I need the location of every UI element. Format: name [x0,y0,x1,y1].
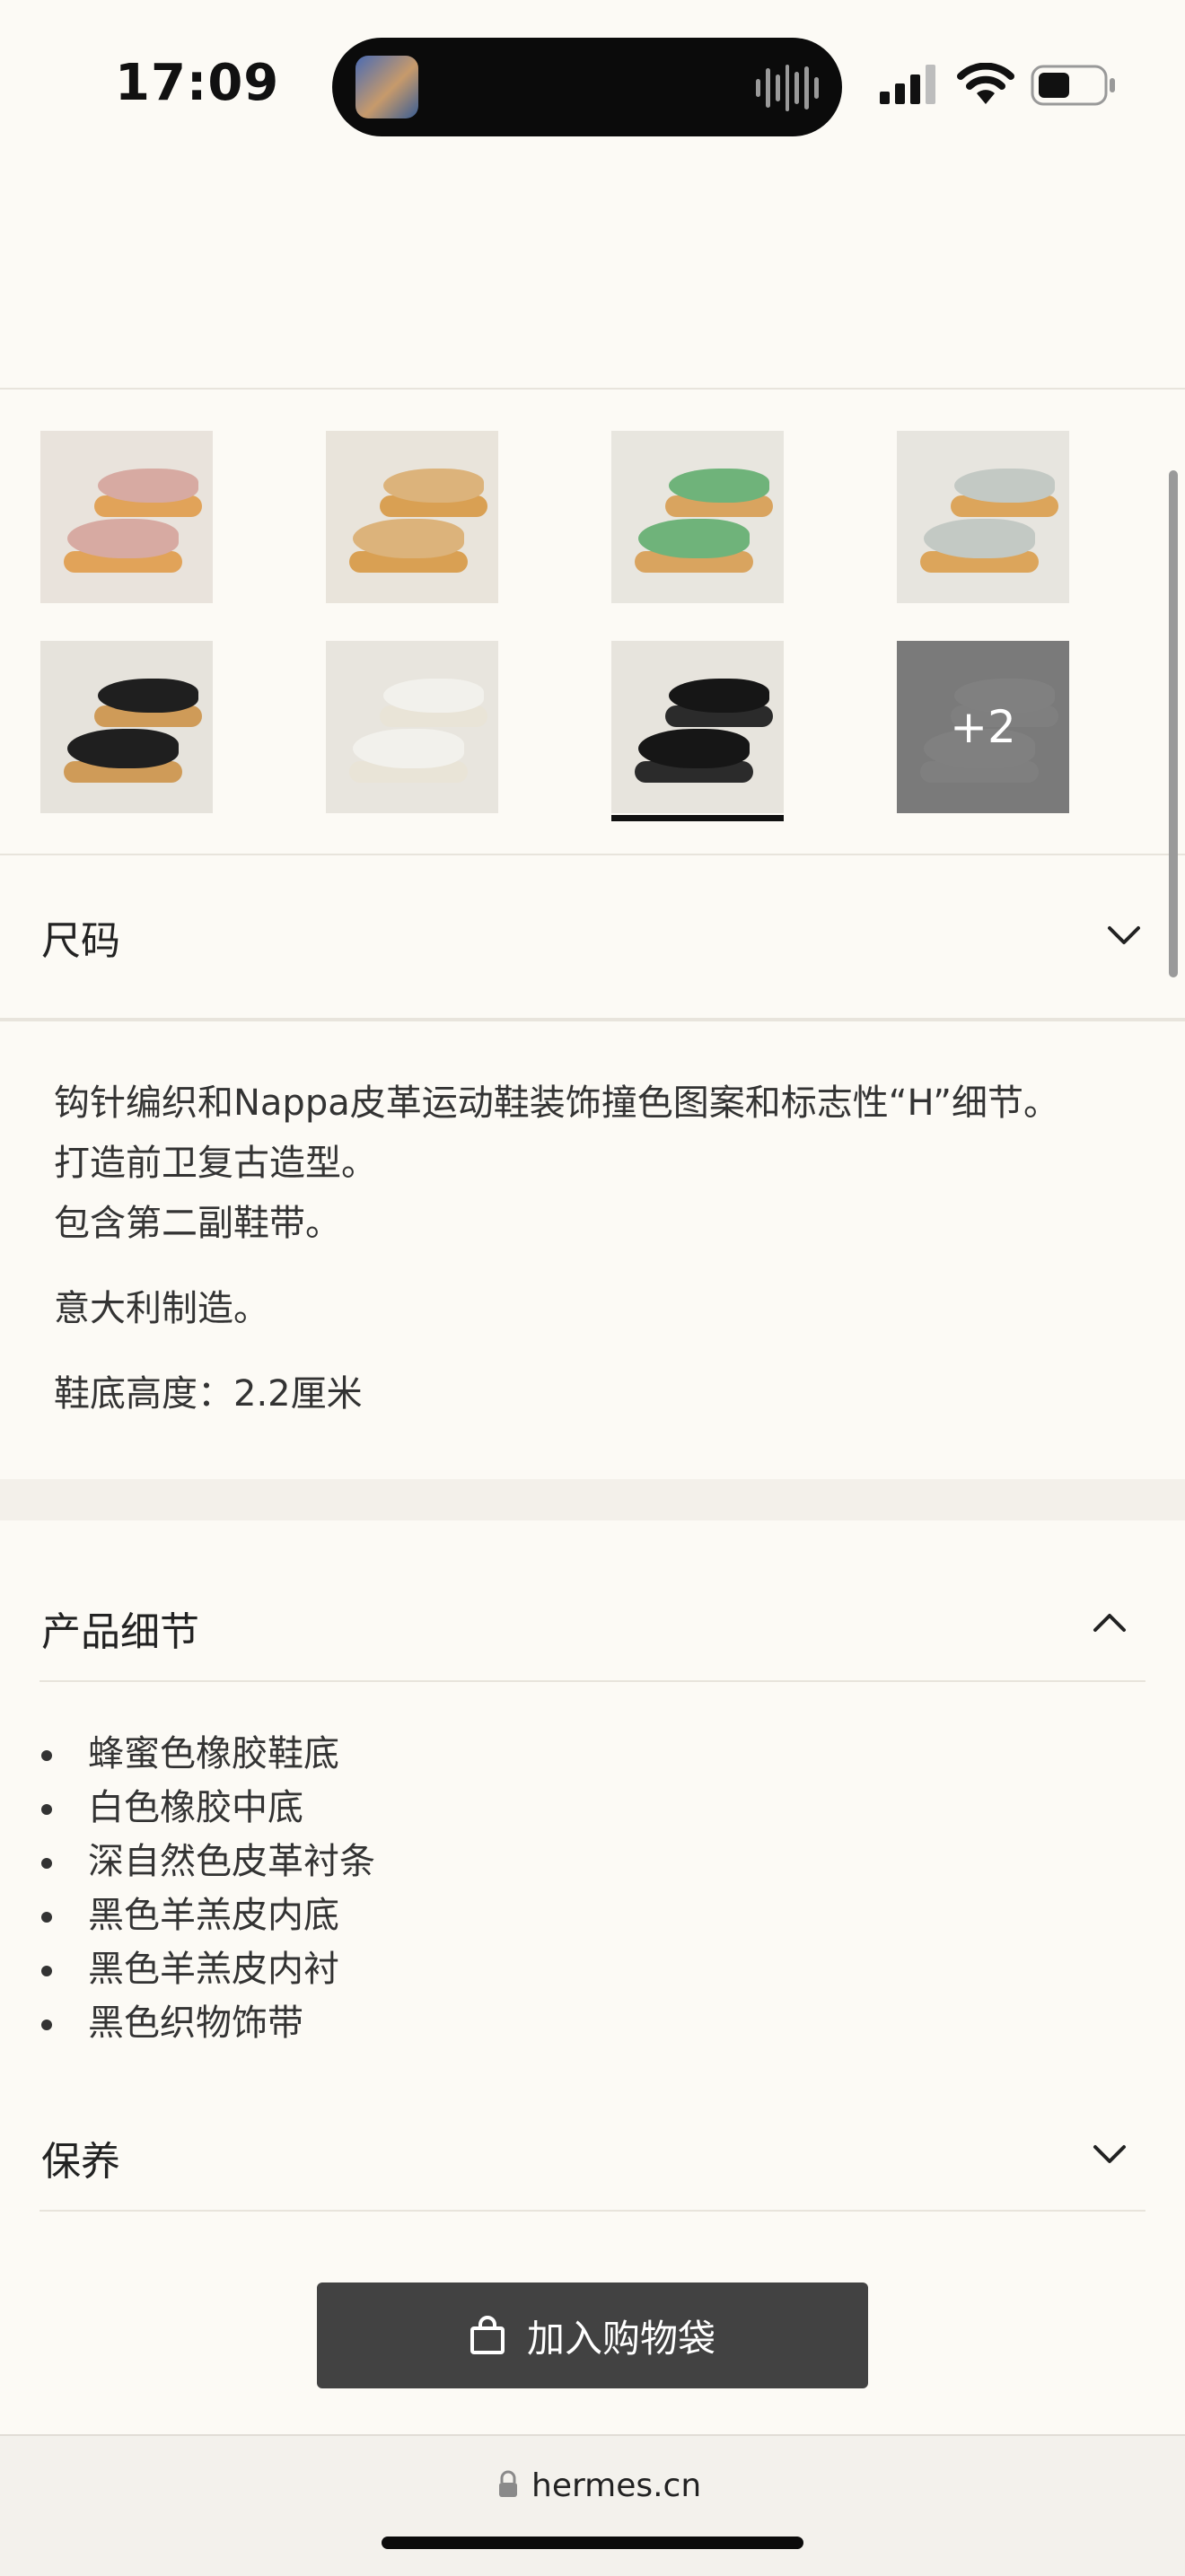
shoe-upper-shape [67,729,179,768]
size-label: 尺码 [41,918,120,964]
url-text: hermes.cn [531,2467,702,2504]
divider [0,854,1185,855]
description-line: 包含第二副鞋带。 [54,1203,341,1244]
add-to-bag-label: 加入购物袋 [526,2316,715,2361]
selected-swatch-indicator [611,815,784,821]
shoe-upper-shape [954,469,1055,503]
divider [40,2210,1146,2212]
care-title: 保养 [41,2139,120,2185]
battery-icon [1031,65,1115,106]
browser-address-bar[interactable] [0,2434,1185,2576]
audio-waveform-icon [756,63,820,113]
details-list-item: 黑色织物饰带 [40,1996,375,2050]
more-colors-button[interactable]: +2 [897,641,1069,813]
details-title: 产品细节 [41,1609,199,1655]
now-playing-thumbnail [356,56,418,118]
shopping-bag-icon [470,2316,505,2354]
color-swatch-camel[interactable] [326,431,498,603]
cellular-signal-icon [880,65,935,104]
more-colors-count: +2 [950,701,1016,753]
shoe-upper-shape [924,519,1035,558]
scrollbar[interactable] [1169,470,1178,977]
color-row[interactable] [0,302,1185,388]
shoe-upper-shape [98,469,198,503]
shoe-upper-shape [383,679,484,713]
shoe-upper-shape [353,519,464,558]
details-list: 蜂蜜色橡胶鞋底 白色橡胶中底 深自然色皮革衬条 黑色羊羔皮内底 黑色羊羔皮内衬 黑色织物饰… [40,1727,375,2050]
sole-height-text: 鞋底高度：2.2厘米 [54,1373,363,1415]
shoe-upper-shape [669,679,769,713]
color-swatch-black-gum[interactable] [40,641,213,813]
color-swatch-grey[interactable] [897,431,1069,603]
shoe-upper-shape [383,469,484,503]
size-row[interactable] [0,858,1185,1020]
status-time: 17:09 [115,54,280,112]
add-to-bag-button[interactable]: 加入购物袋 [317,2282,868,2388]
chevron-up-icon[interactable] [1092,1605,1128,1641]
shoe-upper-shape [638,519,750,558]
made-in-text: 意大利制造。 [54,1288,269,1329]
home-indicator [382,2537,803,2549]
header-backdrop [0,171,1185,302]
wifi-icon [957,63,1014,104]
divider [0,1018,1185,1021]
description-line: 打造前卫复古造型。 [54,1143,377,1184]
details-list-item: 蜂蜜色橡胶鞋底 [40,1727,375,1781]
shoe-upper-shape [67,519,179,558]
details-list-item: 黑色羊羔皮内底 [40,1888,375,1942]
section-separator [0,1479,1185,1520]
color-swatch-green[interactable] [611,431,784,603]
details-list-item: 深自然色皮革衬条 [40,1835,375,1888]
lock-icon [499,2470,517,2497]
shoe-upper-shape [638,729,750,768]
shoe-upper-shape [669,469,769,503]
shoe-upper-shape [98,679,198,713]
care-header[interactable] [0,2091,1185,2208]
description-line: 钩针编织和Nappa皮革运动鞋装饰撞色图案和标志性“H”细节。 [54,1082,1060,1124]
shoe-upper-shape [353,729,464,768]
color-swatch-pink[interactable] [40,431,213,603]
details-list-item: 黑色羊羔皮内衬 [40,1942,375,1996]
divider [40,1680,1146,1682]
divider [0,388,1185,390]
color-swatch-black[interactable] [611,641,784,813]
product-description: 钩针编织和Nappa皮革运动鞋装饰撞色图案和标志性“H”细节。 打造前卫复古造型… [54,1073,1131,1424]
details-list-item: 白色橡胶中底 [40,1781,375,1835]
color-swatch-white[interactable] [326,641,498,813]
chevron-down-icon[interactable] [1106,917,1142,953]
chevron-down-icon[interactable] [1092,2136,1128,2172]
